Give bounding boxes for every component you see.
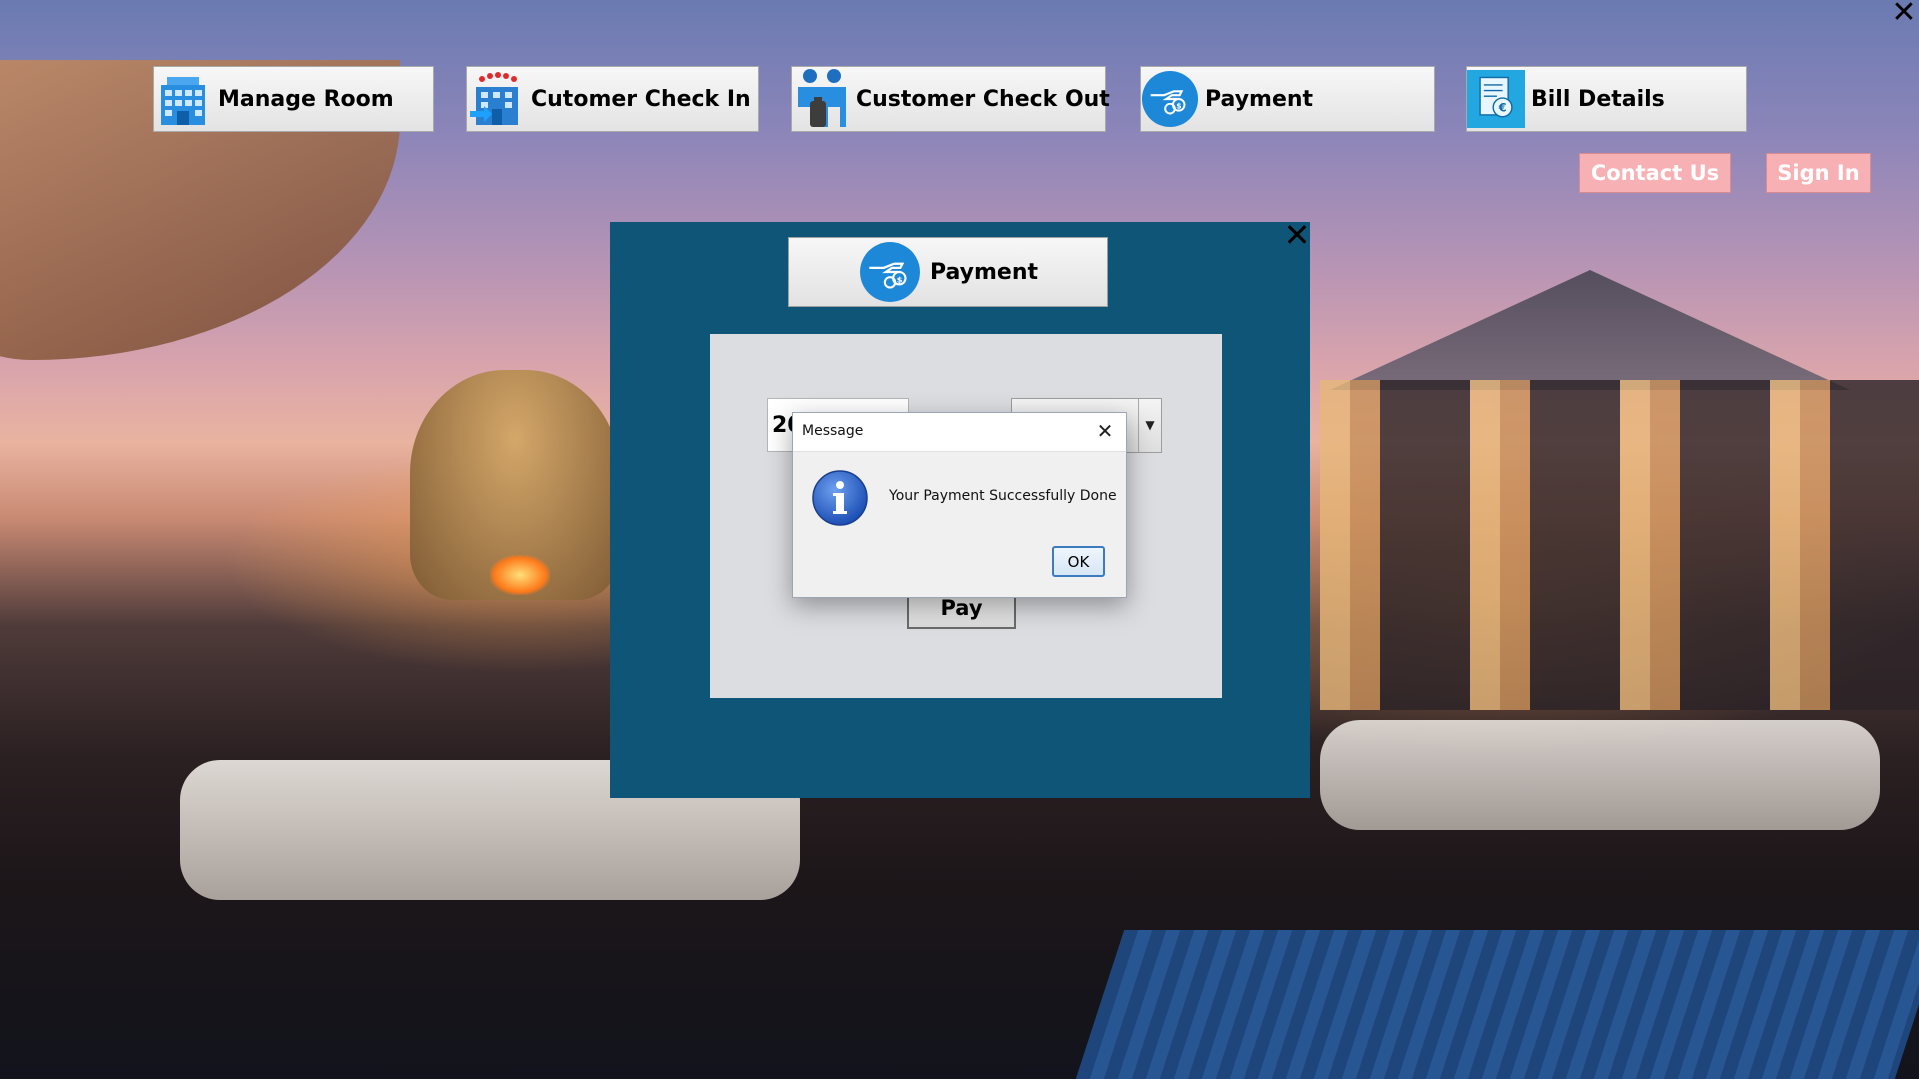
manage-room-label: Manage Room xyxy=(218,86,394,112)
contact-us-button[interactable]: Contact Us xyxy=(1579,153,1731,193)
customer-check-out-label: Customer Check Out xyxy=(856,86,1110,112)
background-cabana xyxy=(1320,380,1919,710)
sign-in-button[interactable]: Sign In xyxy=(1766,153,1871,193)
payment-hand-icon: $ xyxy=(1141,67,1199,131)
manage-room-button[interactable]: Manage Room xyxy=(153,66,434,132)
bill-details-label: Bill Details xyxy=(1531,86,1665,112)
info-icon xyxy=(811,469,869,527)
hotel-building-icon xyxy=(154,67,212,131)
background-fire xyxy=(490,555,550,595)
dialog-title: Message xyxy=(802,423,864,439)
background-pool xyxy=(1075,930,1919,1079)
payment-nav-label: Payment xyxy=(1205,86,1314,112)
panel-close-button[interactable]: ✕ xyxy=(1283,219,1311,251)
background-lounge-right xyxy=(1320,720,1880,830)
dialog-message: Your Payment Successfully Done xyxy=(889,488,1117,504)
dialog-close-button[interactable]: ✕ xyxy=(1092,418,1118,444)
background-fireplace-rock xyxy=(410,370,620,600)
bill-details-button[interactable]: € Bill Details xyxy=(1466,66,1747,132)
dialog-titlebar: Message ✕ xyxy=(793,413,1126,452)
check-in-building-icon xyxy=(467,67,525,131)
customer-check-in-label: Cutomer Check In xyxy=(531,86,751,112)
payment-title-label: Payment xyxy=(929,259,1039,285)
customer-check-out-button[interactable]: Customer Check Out xyxy=(791,66,1110,132)
ok-button[interactable]: OK xyxy=(1052,546,1105,577)
payment-title-button[interactable]: $ Payment xyxy=(788,237,1108,307)
background-tent xyxy=(1330,270,1850,390)
message-dialog: Message ✕ Your Payment Successfully Done… xyxy=(792,412,1127,598)
payment-nav-button[interactable]: $ Payment xyxy=(1140,66,1435,132)
bill-document-icon: € xyxy=(1467,67,1525,131)
app-close-button[interactable]: ✕ xyxy=(1891,0,1917,28)
chevron-down-icon[interactable]: ▼ xyxy=(1138,399,1161,452)
check-out-people-icon xyxy=(792,67,850,131)
svg-text:$: $ xyxy=(1176,102,1181,111)
app-window: ✕ Manage Room Cutomer Check In Customer … xyxy=(0,0,1919,1079)
svg-text:€: € xyxy=(1498,102,1507,115)
svg-text:$: $ xyxy=(897,274,903,284)
customer-check-in-button[interactable]: Cutomer Check In xyxy=(466,66,759,132)
payment-hand-icon: $ xyxy=(858,240,922,304)
